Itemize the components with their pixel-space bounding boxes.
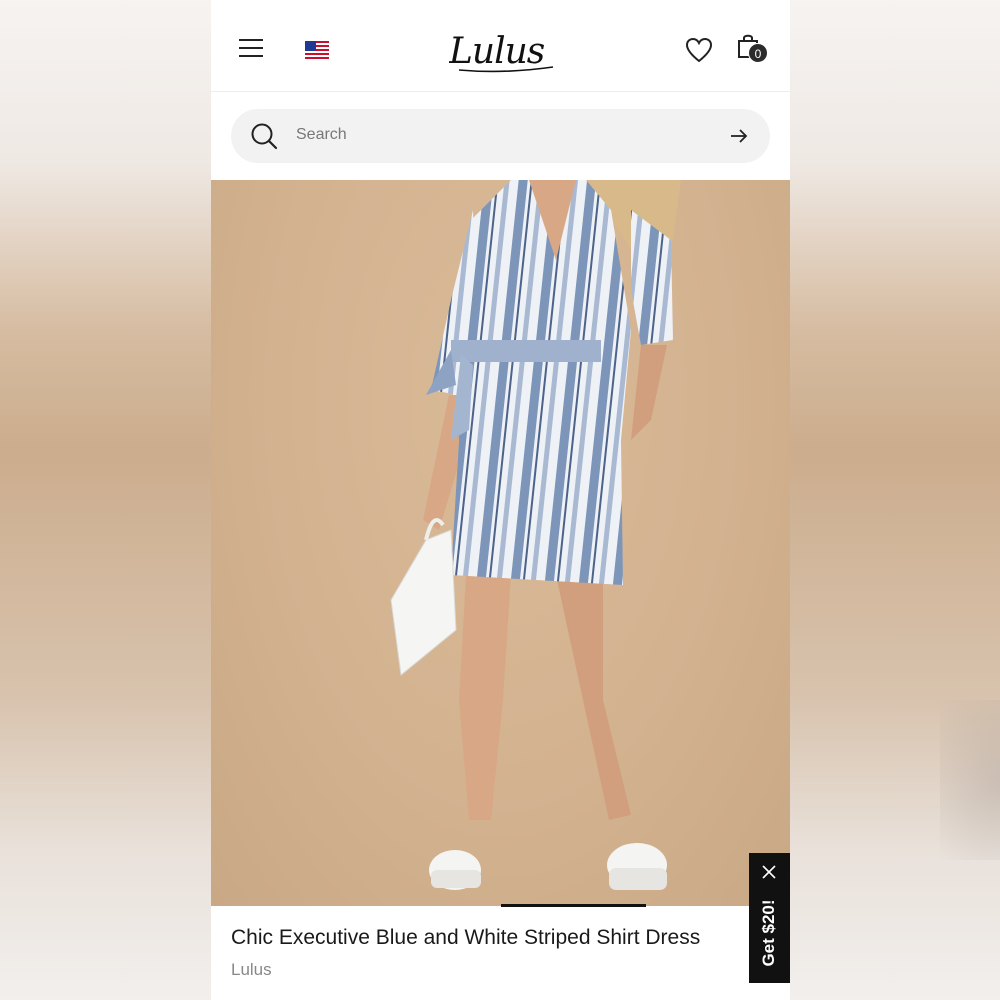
arrow-right-icon[interactable] [729, 127, 749, 145]
cart-count-badge: 0 [748, 43, 768, 63]
search-icon[interactable] [250, 122, 278, 150]
us-flag-icon[interactable] [305, 41, 329, 59]
product-photo-illustration [390, 180, 681, 890]
svg-text:Lulus: Lulus [449, 31, 545, 72]
search-input[interactable]: Search [231, 109, 770, 163]
site-header: Lulus 0 [211, 0, 790, 92]
heart-icon[interactable] [685, 37, 713, 63]
background-right [790, 0, 1000, 1000]
hamburger-menu-icon[interactable] [239, 39, 263, 59]
product-photo[interactable] [211, 180, 790, 906]
close-icon[interactable] [761, 864, 777, 880]
promo-label: Get $20! [759, 899, 778, 967]
carousel-indicator[interactable] [501, 904, 646, 907]
promo-tab[interactable]: Get $20! [749, 853, 790, 983]
lulus-logo[interactable]: Lulus [449, 28, 553, 74]
product-title[interactable]: Chic Executive Blue and White Striped Sh… [231, 926, 700, 950]
search-section: Search [211, 92, 790, 180]
product-brand[interactable]: Lulus [231, 960, 272, 980]
background-left [0, 0, 211, 1000]
search-placeholder: Search [296, 126, 347, 143]
app-screen: Lulus 0 Search Chic Executive Blue and W… [211, 0, 790, 1000]
